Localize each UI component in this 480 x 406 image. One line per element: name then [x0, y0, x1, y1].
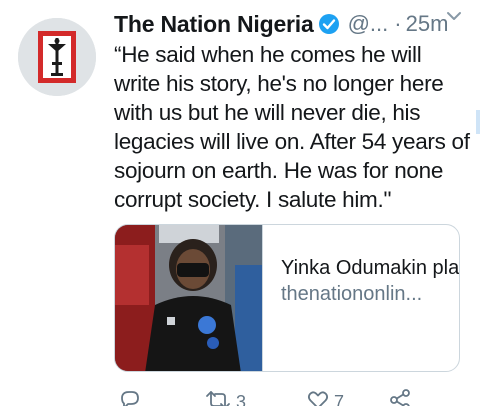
card-title[interactable]: Yinka Odumakin planned to writ...: [281, 255, 459, 281]
edge-accent: [476, 110, 480, 134]
reply-icon: [118, 388, 142, 406]
timestamp[interactable]: 25m: [406, 11, 449, 37]
like-button[interactable]: 7: [306, 388, 344, 406]
like-count: 7: [334, 392, 345, 406]
retweet-button[interactable]: 3: [204, 388, 246, 406]
display-name[interactable]: The Nation Nigeria: [114, 11, 314, 38]
like-icon: [306, 388, 330, 406]
link-card[interactable]: Yinka Odumakin planned to writ... thenat…: [114, 224, 460, 372]
tweet-text: “He said when he comes he will write his…: [114, 42, 470, 212]
tweet-actions: 3 7: [114, 388, 470, 406]
retweet-count: 3: [236, 392, 247, 406]
verified-icon: [318, 13, 340, 35]
share-icon: [388, 388, 412, 406]
card-domain[interactable]: thenationonlin...: [281, 281, 459, 307]
avatar[interactable]: [18, 18, 96, 96]
share-button[interactable]: [388, 388, 412, 406]
handle[interactable]: @...: [348, 11, 389, 37]
chevron-down-icon[interactable]: [444, 6, 464, 26]
separator-dot: ·: [394, 11, 402, 36]
tweet[interactable]: The Nation Nigeria @... · 25m “He said w…: [0, 0, 480, 406]
retweet-icon: [204, 388, 232, 406]
reply-button[interactable]: [118, 388, 142, 406]
card-text: Yinka Odumakin planned to writ... thenat…: [263, 225, 459, 371]
card-thumbnail: [115, 225, 263, 371]
tweet-header: The Nation Nigeria @... · 25m: [114, 8, 472, 40]
